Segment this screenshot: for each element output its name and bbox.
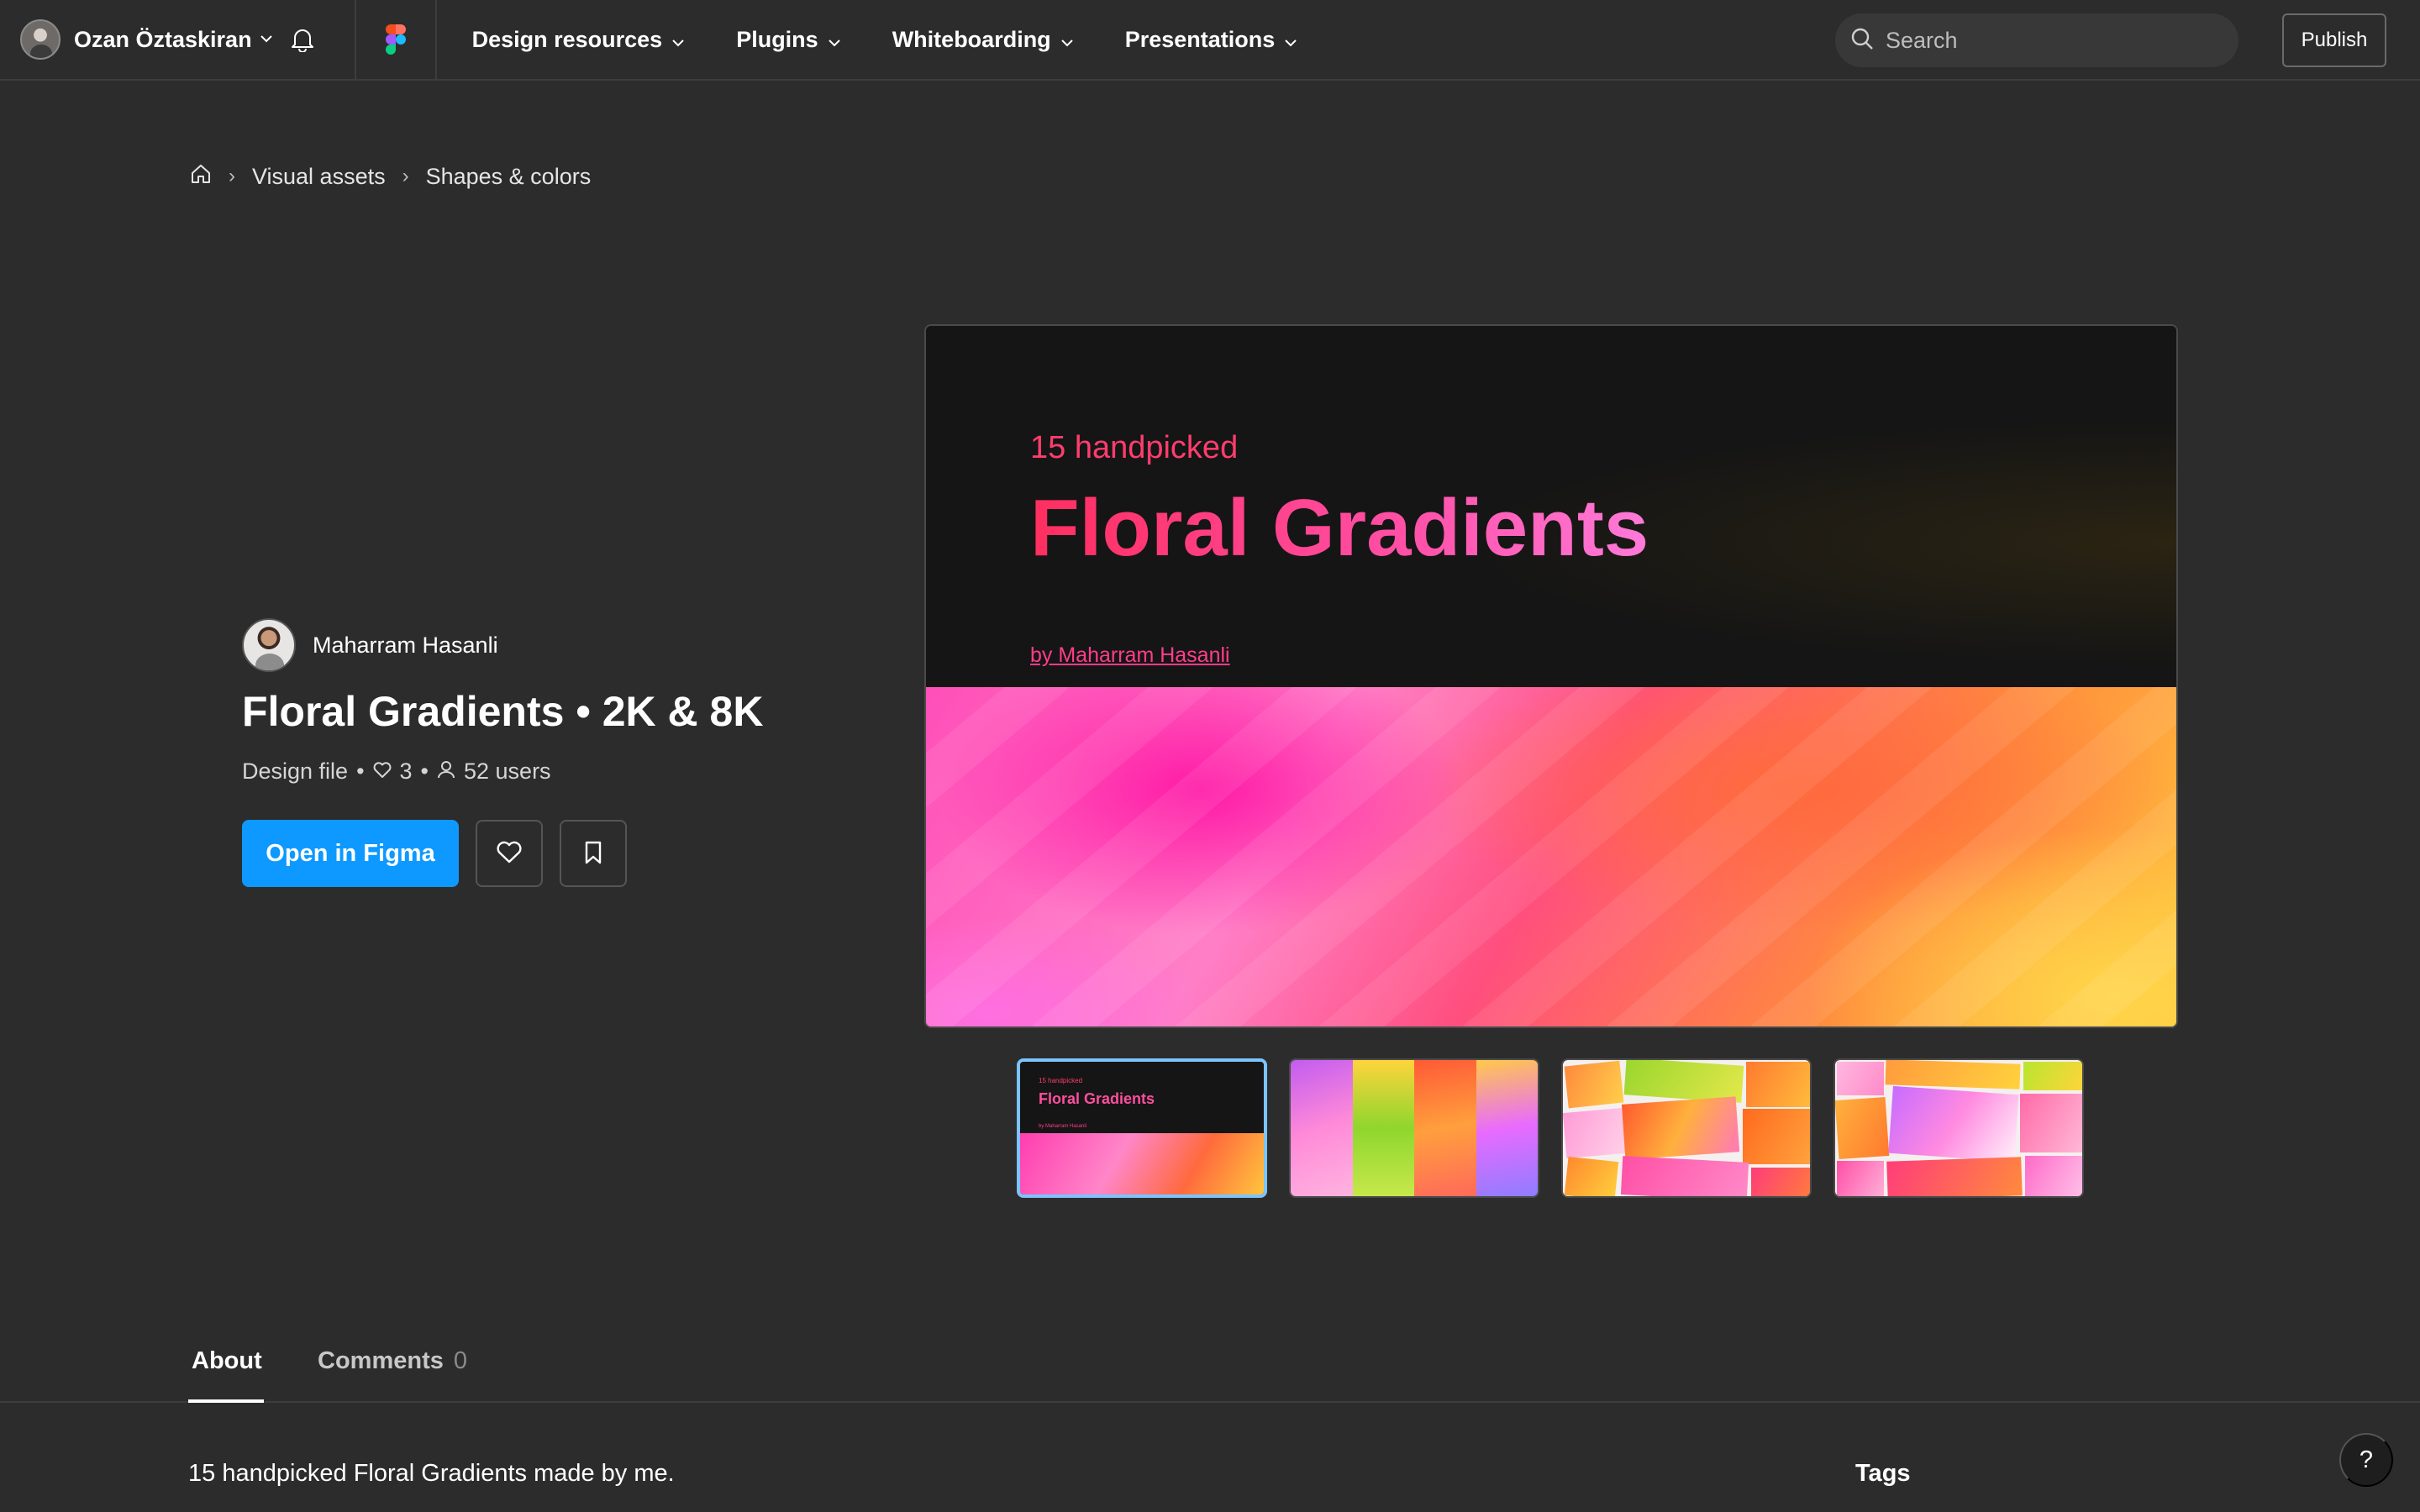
nav-plugins[interactable]: Plugins (736, 27, 840, 53)
chevron-right-icon: › (229, 165, 235, 187)
nav-label: Whiteboarding (892, 26, 1051, 52)
author-name[interactable]: Maharram Hasanli (313, 633, 498, 659)
notification-bell-icon[interactable] (291, 27, 314, 52)
users-count: 52 users (464, 759, 551, 784)
page-title: Floral Gradients • 2K & 8K (242, 688, 764, 735)
preview-subtitle: 15 handpicked (1030, 430, 1239, 465)
gradient-tile (1886, 1157, 2023, 1196)
breadcrumb-shapes-colors[interactable]: Shapes & colors (426, 164, 592, 190)
thumbnail-3[interactable] (1561, 1058, 1812, 1198)
gradient-tile (1837, 1062, 1884, 1095)
gradient-tile (1621, 1096, 1740, 1160)
separator-dot: • (356, 759, 365, 784)
gradient-tile (1885, 1060, 2021, 1089)
separator-dot: • (420, 759, 429, 784)
gradient-tile (1623, 1060, 1744, 1103)
gradient-tile (1746, 1062, 1810, 1107)
chevron-down-icon (1285, 27, 1297, 53)
like-button[interactable] (476, 820, 543, 887)
thumbnail-gradient (1020, 1133, 1264, 1194)
tab-about[interactable]: About (192, 1347, 262, 1375)
tab-comments[interactable]: Comments 0 (318, 1347, 467, 1375)
gradient-tile (1837, 1161, 1884, 1196)
chevron-right-icon: › (402, 165, 409, 187)
author[interactable]: Maharram Hasanli (242, 618, 498, 672)
search-box[interactable] (1835, 13, 2238, 67)
breadcrumb-visual-assets[interactable]: Visual assets (252, 164, 386, 190)
home-icon[interactable] (190, 163, 212, 191)
open-in-figma-button[interactable]: Open in Figma (242, 820, 459, 887)
gradient-tile (1888, 1085, 2019, 1163)
likes-count: 3 (399, 759, 413, 784)
author-avatar[interactable] (242, 618, 296, 672)
tab-label: Comments (318, 1347, 444, 1374)
nav-label: Presentations (1124, 26, 1276, 52)
publish-button[interactable]: Publish (2282, 13, 2386, 67)
file-type: Design file (242, 759, 349, 784)
thumbnail-2[interactable] (1289, 1058, 1539, 1198)
nav-label: Design resources (471, 26, 663, 52)
gradient-tile (1743, 1109, 1810, 1164)
main-nav: Design resources Plugins Whiteboarding P… (437, 0, 1349, 80)
gradient-tile (1620, 1156, 1749, 1196)
about-description: 15 handpicked Floral Gradients made by m… (188, 1460, 675, 1487)
nav-design-resources[interactable]: Design resources (472, 27, 685, 53)
tags-heading: Tags (1855, 1460, 1911, 1487)
preview-gradient (926, 687, 2176, 1026)
thumbnail-byline: by Maharram Hasanli (1039, 1124, 1087, 1129)
preview-byline: by Maharram Hasanli (1030, 643, 1230, 667)
gradient-strip (1352, 1060, 1414, 1196)
gradient-tile (1564, 1060, 1624, 1109)
gradient-strip (1291, 1060, 1353, 1196)
preview-image[interactable]: 15 handpicked Floral Gradients by Maharr… (924, 324, 2178, 1028)
gradient-tile (1751, 1168, 1810, 1196)
thumbnail-strip: 15 handpicked Floral Gradients by Maharr… (1017, 1058, 2106, 1198)
resource-meta: Design file • 3 • 52 users (242, 759, 551, 785)
comments-count: 0 (453, 1347, 467, 1374)
gradient-tile (1835, 1096, 1890, 1160)
thumbnail-1[interactable]: 15 handpicked Floral Gradients by Maharr… (1017, 1058, 1267, 1198)
search-input[interactable] (1886, 27, 2205, 54)
user-name[interactable]: Ozan Öztaskiran (74, 27, 252, 53)
top-navigation-bar: Ozan Öztaskiran Design resources Plugins (0, 0, 2420, 81)
heart-icon (373, 759, 400, 785)
chevron-down-icon (672, 27, 684, 53)
preview-title: Floral Gradients (1030, 483, 1649, 573)
chevron-down-icon[interactable] (260, 32, 272, 47)
chevron-down-icon (828, 27, 840, 53)
active-tab-indicator (188, 1399, 264, 1403)
tab-label: About (192, 1347, 262, 1374)
nav-whiteboarding[interactable]: Whiteboarding (892, 27, 1073, 53)
help-button[interactable]: ? (2339, 1433, 2393, 1487)
user-avatar[interactable] (20, 19, 60, 60)
preview-header: 15 handpicked Floral Gradients by Maharr… (926, 326, 2176, 687)
resource-actions: Open in Figma (242, 820, 627, 887)
user-icon (437, 759, 464, 785)
user-menu[interactable]: Ozan Öztaskiran (0, 0, 355, 80)
heart-icon (496, 841, 523, 867)
figma-logo-icon[interactable] (356, 0, 435, 80)
gradient-tile (2023, 1062, 2082, 1090)
gradient-tile (2020, 1094, 2082, 1152)
gradient-strip (1414, 1060, 1476, 1196)
thumbnail-title: Floral Gradients (1039, 1090, 1155, 1107)
bookmark-button[interactable] (560, 820, 627, 887)
gradient-strip (1476, 1060, 1538, 1196)
chevron-down-icon (1060, 27, 1073, 53)
breadcrumb: › Visual assets › Shapes & colors (190, 160, 591, 193)
gradient-tile (2025, 1156, 2082, 1196)
thumbnail-subtitle: 15 handpicked (1039, 1077, 1083, 1084)
gradient-tile (1563, 1108, 1626, 1158)
gradient-tile (1564, 1156, 1619, 1196)
nav-label: Plugins (736, 26, 818, 52)
search-icon (1850, 27, 1874, 55)
content-tabs: About Comments 0 (0, 1327, 2420, 1403)
bookmark-icon (584, 840, 602, 868)
thumbnail-4[interactable] (1833, 1058, 2084, 1198)
nav-presentations[interactable]: Presentations (1125, 27, 1297, 53)
